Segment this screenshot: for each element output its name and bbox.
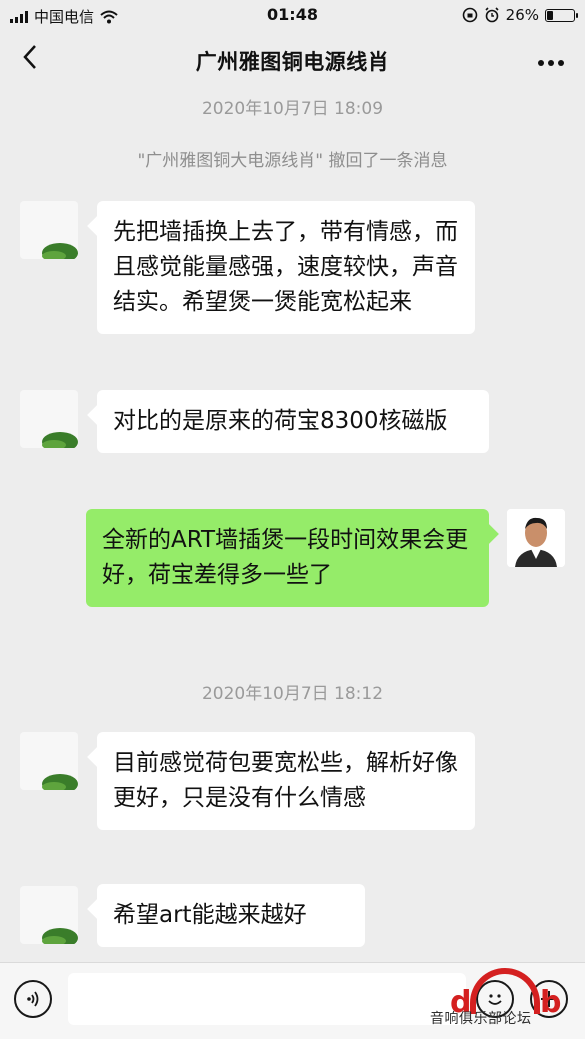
more-icon (538, 60, 564, 66)
message-bubble-incoming[interactable]: 对比的是原来的荷宝8300核磁版 (97, 390, 489, 453)
avatar-contact[interactable] (20, 886, 78, 944)
message-bubble-outgoing[interactable]: 全新的ART墙插煲一段时间效果会更好，荷宝差得多一些了 (86, 509, 489, 607)
timestamp: 2020年10月7日 18:09 (201, 99, 384, 119)
status-right: 26% (462, 6, 578, 24)
timestamp: 2020年10月7日 18:12 (201, 684, 384, 704)
plant-avatar-icon (42, 432, 78, 448)
avatar-contact[interactable] (20, 201, 78, 259)
voice-button[interactable] (14, 980, 52, 1018)
plant-avatar-icon (42, 243, 78, 259)
avatar-contact[interactable] (20, 732, 78, 790)
orientation-lock-icon (462, 7, 477, 23)
alarm-icon (485, 7, 499, 23)
nav-bar: 广州雅图铜电源线肖 (0, 32, 585, 88)
message-text: 全新的ART墙插煲一段时间效果会更好，荷宝差得多一些了 (102, 527, 469, 588)
message-bubble-incoming[interactable]: 目前感觉荷包要宽松些，解析好像更好，只是没有什么情感 (97, 732, 475, 830)
person-avatar-icon (507, 509, 565, 567)
avatar-contact[interactable] (20, 390, 78, 448)
watermark-logo-b: b (540, 985, 562, 1020)
watermark-text: 音响俱乐部论坛 (430, 1011, 532, 1027)
message-text: 对比的是原来的荷宝8300核磁版 (113, 408, 448, 434)
avatar-self[interactable] (507, 509, 565, 567)
status-bar: 中国电信 01:48 26% (0, 0, 585, 32)
recall-notice: "广州雅图铜大电源线肖" 撤回了一条消息 (137, 151, 448, 171)
chat-title: 广州雅图铜电源线肖 (195, 50, 390, 74)
message-input[interactable] (68, 973, 466, 1025)
message-bubble-incoming[interactable]: 希望art能越来越好 (97, 884, 365, 947)
more-button[interactable] (537, 44, 565, 72)
battery-percent: 26% (505, 6, 539, 24)
voice-icon (27, 991, 39, 1007)
message-text: 目前感觉荷包要宽松些，解析好像更好，只是没有什么情感 (113, 750, 458, 811)
plant-avatar-icon (42, 928, 78, 944)
message-bubble-incoming[interactable]: 先把墙插换上去了，带有情感，而且感觉能量感强，速度较快，声音结实。希望煲一煲能宽… (97, 201, 475, 334)
message-text: 希望art能越来越好 (113, 902, 307, 928)
battery-icon (545, 8, 578, 22)
plant-avatar-icon (42, 774, 78, 790)
message-text: 先把墙插换上去了，带有情感，而且感觉能量感强，速度较快，声音结实。希望煲一煲能宽… (113, 219, 458, 315)
